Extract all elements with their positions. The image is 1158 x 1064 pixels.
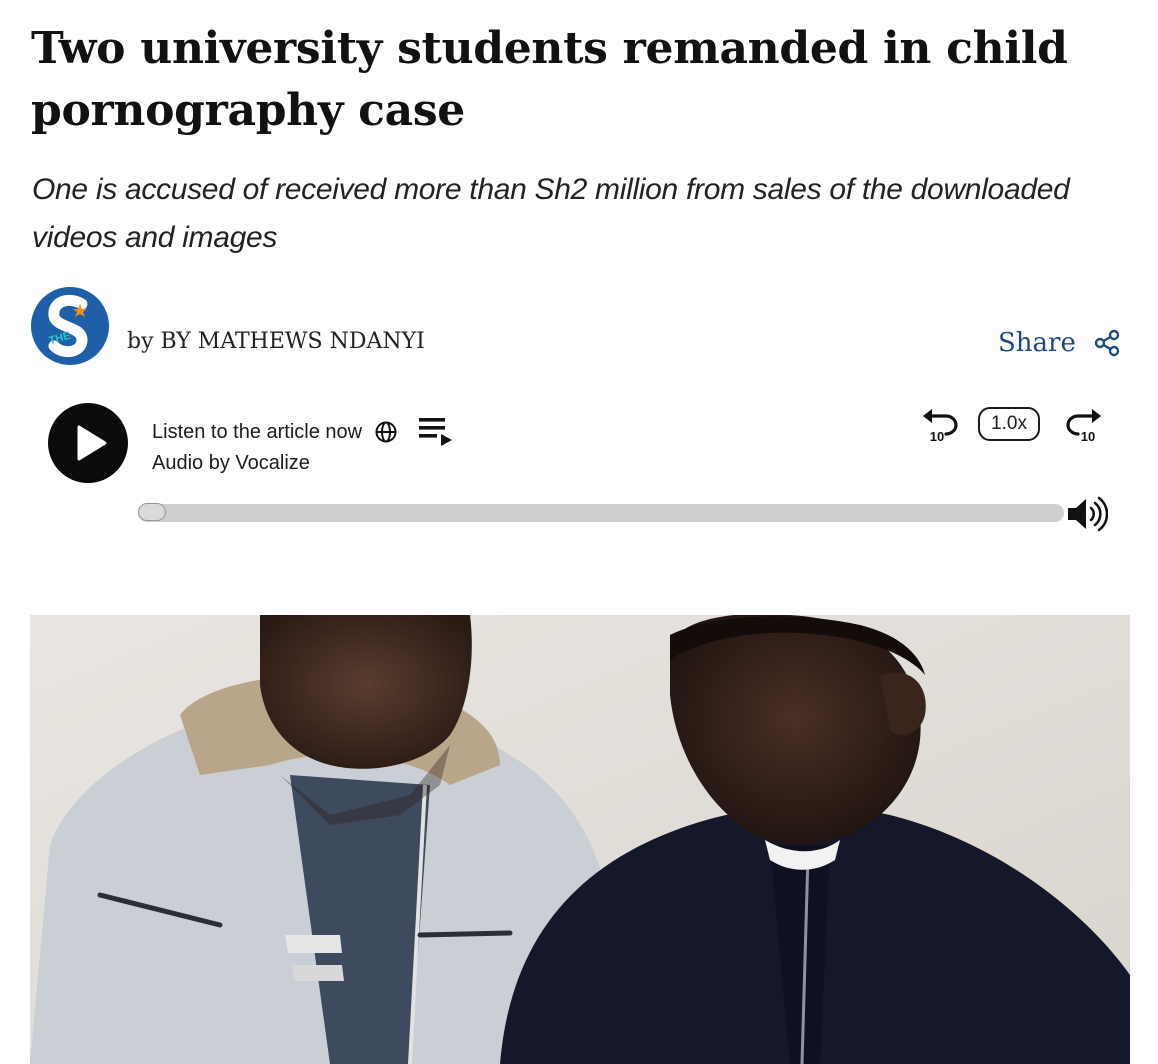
photo-illustration (30, 615, 1130, 1064)
the-star-logo-icon: THE (31, 287, 109, 365)
rewind-10-button[interactable]: 10 (920, 404, 960, 446)
playlist-icon[interactable] (418, 414, 456, 450)
share-label: Share (998, 328, 1076, 358)
volume-icon[interactable] (1066, 496, 1108, 532)
audio-progress-track[interactable] (138, 503, 1064, 522)
author-byline: by BY MATHEWS NDANYI (127, 329, 425, 354)
publisher-logo[interactable]: THE (30, 286, 110, 366)
play-icon (77, 425, 107, 461)
globe-icon[interactable] (374, 420, 398, 444)
listen-label: Listen to the article now (152, 420, 363, 443)
playback-speed-button[interactable]: 1.0x (978, 407, 1040, 441)
article-headline: Two university students remanded in chil… (31, 23, 1068, 136)
play-button[interactable] (48, 403, 128, 483)
article-subheadline: One is accused of received more than Sh2… (32, 173, 1070, 254)
article-lead-photo (30, 615, 1130, 1064)
audio-provider-label: Audio by Vocalize (152, 452, 310, 474)
audio-progress-thumb[interactable] (138, 503, 166, 521)
share-icon (1094, 329, 1120, 357)
rewind-seconds: 10 (929, 429, 945, 444)
listen-row: Listen to the article now (152, 414, 456, 450)
share-button[interactable]: Share (998, 322, 1122, 364)
forward-seconds: 10 (1080, 429, 1096, 444)
forward-10-button[interactable]: 10 (1064, 404, 1104, 446)
